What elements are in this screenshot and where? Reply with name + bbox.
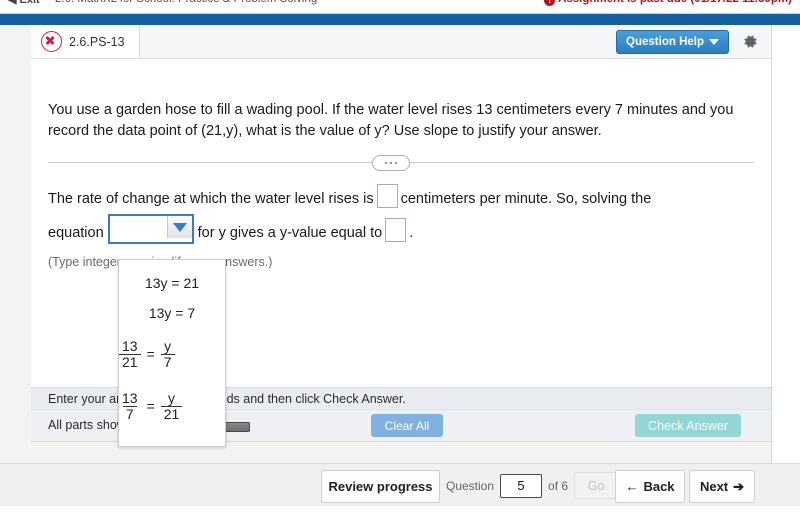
instruction-text: Enter your answer in the edit fields and… — [48, 392, 406, 406]
fraction-numerator: y — [164, 337, 172, 354]
question-help-button[interactable]: Question Help — [616, 30, 729, 54]
fraction-denominator: 21 — [160, 405, 183, 422]
exit-link[interactable]: ◀ Exit — [8, 0, 40, 6]
question-text: You use a garden hose to fill a wading p… — [48, 102, 734, 139]
next-button[interactable]: Next ➔ — [689, 470, 755, 503]
mathxl-exercise-page: ◀ Exit 2.6: MathXL for School: Practice … — [0, 0, 800, 523]
dropdown-button[interactable] — [166, 216, 192, 238]
dropdown-option[interactable]: 13y = 21 — [119, 268, 225, 298]
go-button[interactable]: Go — [574, 472, 619, 499]
course-title: 2.6: MathXL for School: Practice & Probl… — [55, 0, 317, 5]
dropdown-caret-icon — [172, 222, 187, 232]
warning-icon: ! — [544, 0, 556, 6]
app-blue-band — [0, 14, 800, 25]
y-value-input[interactable] — [385, 218, 407, 242]
question-number-input[interactable] — [500, 473, 543, 498]
past-due-notice: !Assignment is past due (01/17/22 11:59p… — [544, 0, 792, 6]
of-total-label: of 6 — [548, 478, 569, 493]
incorrect-x-icon — [41, 31, 62, 52]
next-label: Next — [699, 479, 729, 494]
dropdown-option[interactable]: 13y = 7 — [119, 298, 225, 328]
check-answer-button[interactable]: Check Answer — [635, 414, 741, 437]
dropdown-option[interactable]: 13 7 = y 21 — [119, 380, 183, 432]
answer-line-2: equation for y gives a y-value equal to. — [48, 214, 754, 248]
question-navigator: Question of 6 Go — [446, 470, 619, 501]
question-help-label: Question Help — [626, 36, 704, 48]
fraction-numerator: 13 — [122, 389, 138, 406]
exercise-body: You use a garden hose to fill a wading p… — [31, 59, 771, 447]
footer-nav: Review progress Question of 6 Go ← Back … — [0, 463, 800, 508]
back-button[interactable]: ← Back — [615, 470, 685, 503]
fraction-denominator: 7 — [160, 353, 175, 370]
arrow-left-icon: ← — [625, 479, 639, 494]
review-progress-button[interactable]: Review progress — [321, 470, 440, 503]
answer-part1-suffix: centimeters per minute. So, solving the — [400, 191, 652, 207]
answer-part1-prefix: The rate of change at which the water le… — [48, 191, 374, 207]
exercise-card: 2.6.PS-13 Question Help You use a garden… — [31, 25, 772, 463]
clear-all-button[interactable]: Clear All — [371, 414, 443, 437]
question-id-tab[interactable]: 2.6.PS-13 — [31, 25, 140, 58]
equals-sign: = — [146, 397, 155, 414]
past-due-text: Assignment is past due (01/17/22 11:59pm… — [558, 0, 792, 5]
collapse-handle-icon[interactable] — [372, 155, 410, 171]
question-id-label: 2.6.PS-13 — [69, 34, 125, 49]
dropdown-option[interactable]: 13 21 = y 7 — [119, 328, 175, 380]
equals-sign: = — [146, 345, 155, 362]
equation-dropdown[interactable] — [107, 214, 194, 244]
exercise-header: 2.6.PS-13 Question Help — [31, 25, 771, 59]
gear-icon[interactable] — [742, 33, 759, 50]
chevron-down-icon — [709, 39, 719, 45]
equation-dropdown-list[interactable]: 13y = 21 13y = 7 13 21 = y 7 13 7 = y 21 — [118, 259, 226, 447]
back-label: Back — [643, 479, 675, 494]
page-bottom-spacer — [0, 506, 800, 523]
fraction-denominator: 21 — [119, 353, 141, 370]
question-word-label: Question — [446, 478, 495, 493]
fraction-numerator: 13 — [122, 337, 138, 354]
answer-line-1: The rate of change at which the water le… — [48, 184, 754, 214]
answer-part2-prefix: equation — [48, 225, 104, 241]
answer-part2-suffix: . — [409, 225, 414, 241]
answer-part2-middle: for y gives a y-value equal to — [197, 225, 383, 241]
left-rail-lower — [0, 212, 32, 463]
rate-of-change-input[interactable] — [376, 184, 398, 208]
browser-top-bar: ◀ Exit 2.6: MathXL for School: Practice … — [0, 0, 800, 14]
answer-area: The rate of change at which the water le… — [48, 184, 754, 248]
fraction-numerator: y — [168, 389, 176, 406]
fraction-denominator: 7 — [122, 405, 137, 422]
left-rail-upper — [0, 25, 32, 212]
arrow-right-icon: ➔ — [733, 478, 745, 494]
